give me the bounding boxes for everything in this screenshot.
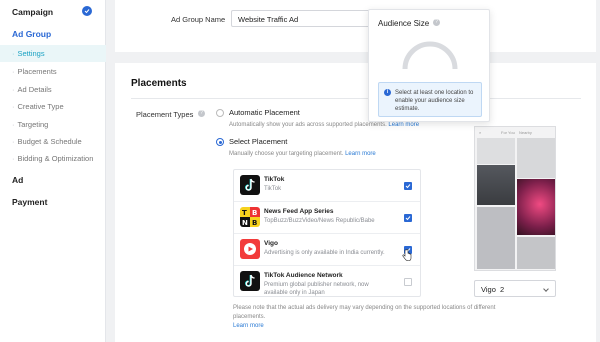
sidebar-ad[interactable]: Ad	[12, 175, 23, 185]
preview-ad-thumb	[517, 179, 555, 235]
placement-name: News Feed App Series	[264, 208, 334, 215]
sidebar-item-bidding-optimization[interactable]: · Bidding & Optimization	[12, 154, 93, 163]
svg-text:T: T	[242, 209, 247, 217]
ad-group-name-label: Ad Group Name	[171, 15, 226, 24]
hint-text: Automatically show your ads across suppo…	[229, 122, 387, 128]
sidebar-item-creative-type[interactable]: · Creative Type	[12, 102, 64, 111]
sidebar-item-settings[interactable]: · Settings	[0, 45, 106, 62]
svg-text:B: B	[252, 209, 257, 217]
hint-text: Manually choose your targeting placement…	[229, 151, 344, 157]
ad-group-name-card: Ad Group Name Website Traffic Ad	[115, 0, 596, 52]
automatic-placement-label[interactable]: Automatic Placement	[229, 108, 300, 117]
placement-checkbox[interactable]	[404, 214, 412, 222]
help-icon[interactable]: ?	[433, 19, 440, 26]
placement-row-news-feed[interactable]: TBNB News Feed App Series TopBuzz/BuzzVi…	[234, 202, 420, 234]
automatic-placement-hint: Automatically show your ads across suppo…	[229, 122, 419, 128]
sidebar-item-label: Placements	[17, 67, 57, 76]
placement-types-label: Placement Types	[136, 110, 194, 119]
automatic-placement-radio[interactable]	[216, 109, 224, 117]
note-text: Please note that the actual ads delivery…	[233, 305, 496, 320]
preview-tab-for-you: For You	[501, 130, 515, 135]
sidebar-payment[interactable]: Payment	[12, 197, 47, 207]
chevron-down-icon	[543, 286, 549, 292]
sidebar-item-label: Budget & Schedule	[17, 137, 82, 146]
tiktok-logo-icon	[240, 175, 260, 195]
placement-desc-line2: available only in Japan	[264, 290, 325, 296]
select-placement-label[interactable]: Select Placement	[229, 137, 287, 146]
audience-size-title: Audience Size	[378, 19, 430, 28]
preview-placement-select[interactable]: Vigo 2	[474, 280, 556, 297]
placement-desc: TikTok	[264, 186, 282, 192]
svg-text:B: B	[252, 219, 257, 227]
preview-thumb	[517, 138, 555, 178]
placement-name: TikTok Audience Network	[264, 272, 343, 279]
placements-card: Placements Placement Types ? Automatic P…	[115, 63, 596, 342]
sidebar-campaign[interactable]: Campaign	[12, 7, 53, 17]
preview-thumb	[477, 207, 515, 269]
sidebar: Campaign Ad Group · Settings · Placements …	[0, 0, 106, 342]
placement-desc: Premium global publisher network, now	[264, 282, 369, 288]
preview-thumb	[477, 165, 515, 205]
audience-info-text: Select at least one location to enable y…	[395, 90, 474, 112]
tiktok-logo-icon	[240, 271, 260, 291]
placement-row-tiktok-audience-network[interactable]: TikTok Audience Network Premium global p…	[234, 266, 420, 298]
ad-group-name-input[interactable]: Website Traffic Ad	[231, 10, 381, 27]
vigo-logo-icon	[240, 239, 260, 259]
placement-name: TikTok	[264, 176, 285, 183]
note-learn-more-link[interactable]: Learn more	[233, 323, 264, 329]
sidebar-item-label: Creative Type	[17, 102, 64, 111]
check-circle-icon	[82, 6, 92, 16]
placement-desc: TopBuzz/BuzzVideo/News Republic/Babe	[264, 218, 375, 224]
audience-size-popover: Audience Size ? i Select at least one lo…	[368, 9, 490, 122]
svg-text:N: N	[242, 219, 248, 227]
preview-search-icon: ⌕	[479, 130, 482, 135]
help-icon[interactable]: ?	[198, 110, 205, 117]
sidebar-item-ad-details[interactable]: · Ad Details	[12, 85, 52, 94]
placement-row-tiktok[interactable]: TikTok TikTok	[234, 170, 420, 202]
placement-name: Vigo	[264, 240, 278, 247]
sidebar-item-placements[interactable]: · Placements	[12, 67, 57, 76]
placement-row-vigo[interactable]: Vigo Advertising is only available in In…	[234, 234, 420, 266]
select-placement-hint: Manually choose your targeting placement…	[229, 151, 376, 157]
divider	[131, 98, 581, 99]
automatic-learn-more-link[interactable]: Learn more	[388, 122, 419, 128]
sidebar-item-label: Bidding & Optimization	[17, 154, 94, 163]
hand-cursor-icon	[402, 249, 412, 261]
sidebar-ad-group[interactable]: Ad Group	[12, 29, 51, 39]
sidebar-item-label: Ad Details	[17, 85, 52, 94]
placement-list: TikTok TikTok TBNB News Feed App Series …	[233, 169, 421, 297]
select-value: Vigo 2	[481, 285, 505, 294]
news-feed-logo-icon: TBNB	[240, 207, 260, 227]
preview-tab-nearby: Nearby	[519, 130, 532, 135]
preview-thumb	[517, 237, 555, 269]
placement-preview: ⌕ For You Nearby	[474, 126, 556, 271]
select-learn-more-link[interactable]: Learn more	[345, 151, 376, 157]
placement-checkbox[interactable]	[404, 182, 412, 190]
sidebar-item-label: Settings	[17, 49, 45, 58]
sidebar-item-targeting[interactable]: · Targeting	[12, 120, 48, 129]
preview-thumb	[477, 138, 515, 164]
placement-checkbox[interactable]	[404, 278, 412, 286]
audience-info-box: i Select at least one location to enable…	[378, 82, 482, 117]
placement-note: Please note that the actual ads delivery…	[233, 304, 503, 331]
sidebar-item-budget-schedule[interactable]: · Budget & Schedule	[12, 137, 82, 146]
placement-desc: Advertising is only available in India c…	[264, 250, 385, 256]
select-placement-radio[interactable]	[216, 138, 224, 146]
info-icon: i	[384, 89, 391, 96]
audience-gauge-icon	[402, 41, 458, 70]
sidebar-item-label: Targeting	[17, 120, 49, 129]
placements-title: Placements	[131, 78, 187, 89]
